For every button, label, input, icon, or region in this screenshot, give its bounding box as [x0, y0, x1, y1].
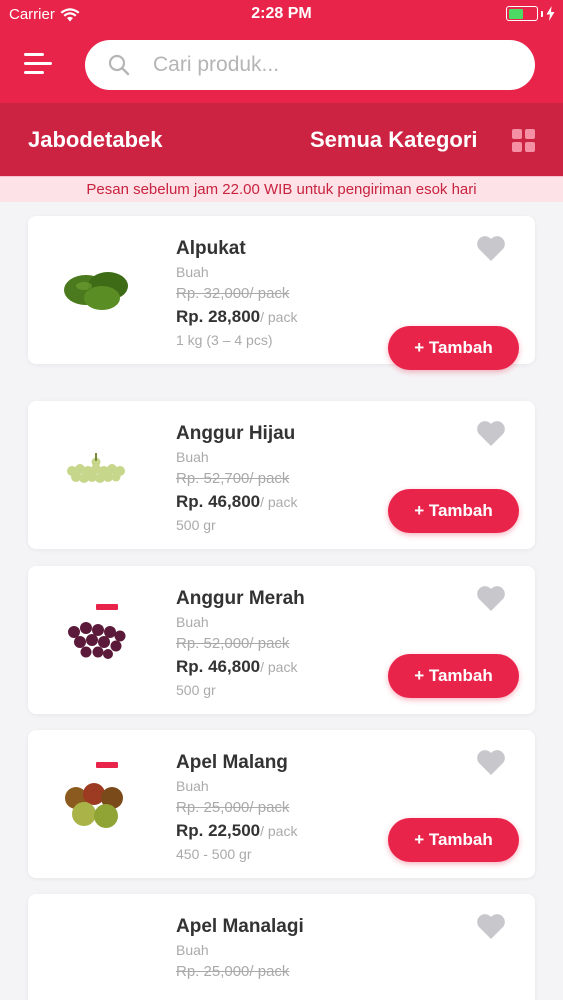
add-button[interactable]: + Tambah	[388, 489, 519, 533]
product-image-red-grapes	[68, 604, 126, 659]
product-name: Alpukat	[176, 238, 246, 259]
price-unit: / pack	[260, 823, 298, 839]
product-category: Buah	[176, 449, 209, 465]
battery-icon	[506, 6, 538, 21]
add-button[interactable]: + Tambah	[388, 326, 519, 370]
search-input[interactable]	[153, 53, 513, 77]
battery	[506, 6, 555, 21]
search-bar[interactable]	[85, 40, 535, 90]
product-image-apples	[65, 762, 123, 828]
product-size: 500 gr	[176, 682, 216, 698]
product-size: 500 gr	[176, 517, 216, 533]
add-button[interactable]: + Tambah	[388, 818, 519, 862]
product-category: Buah	[176, 942, 209, 958]
product-category: Buah	[176, 614, 209, 630]
product-card[interactable]: Anggur Hijau Buah Rp. 52,700/ pack Rp. 4…	[28, 401, 535, 549]
category-selector[interactable]: Semua Kategori	[310, 127, 478, 153]
product-old-price: Rp. 25,000/ pack	[176, 963, 290, 980]
product-old-price: Rp. 32,000/ pack	[176, 285, 290, 302]
price-value: Rp. 46,800	[176, 657, 261, 676]
region-selector[interactable]: Jabodetabek	[28, 127, 163, 153]
product-price: Rp. 22,500/ pack	[176, 821, 297, 841]
product-name: Anggur Hijau	[176, 423, 296, 444]
heart-icon[interactable]	[476, 420, 506, 447]
product-image-green-grapes	[67, 453, 125, 483]
product-price: Rp. 46,800/ pack	[176, 657, 297, 677]
menu-icon[interactable]	[24, 53, 52, 77]
product-old-price: Rp. 52,700/ pack	[176, 470, 290, 487]
heart-icon[interactable]	[476, 235, 506, 262]
heart-icon[interactable]	[476, 749, 506, 776]
price-unit: / pack	[260, 659, 298, 675]
price-value: Rp. 46,800	[176, 492, 261, 511]
heart-icon[interactable]	[476, 585, 506, 612]
price-unit: / pack	[260, 309, 298, 325]
heart-icon[interactable]	[476, 913, 506, 940]
product-name: Anggur Merah	[176, 588, 305, 609]
product-name: Apel Malang	[176, 752, 288, 773]
product-old-price: Rp. 25,000/ pack	[176, 799, 290, 816]
status-time: 2:28 PM	[251, 5, 312, 22]
product-card[interactable]: Anggur Merah Buah Rp. 52,000/ pack Rp. 4…	[28, 566, 535, 714]
product-category: Buah	[176, 778, 209, 794]
product-card[interactable]: Apel Manalagi Buah Rp. 25,000/ pack	[28, 894, 535, 1000]
product-size: 1 kg (3 – 4 pcs)	[176, 332, 273, 348]
price-unit: / pack	[260, 494, 298, 510]
header: Carrier 2:28 PM	[0, 0, 563, 103]
price-value: Rp. 28,800	[176, 307, 261, 326]
status-bar: Carrier 2:28 PM	[0, 0, 563, 30]
product-card[interactable]: Alpukat Buah Rp. 32,000/ pack Rp. 28,800…	[28, 216, 535, 370]
product-image-avocado	[64, 272, 128, 310]
product-old-price: Rp. 52,000/ pack	[176, 635, 290, 652]
add-button[interactable]: + Tambah	[388, 654, 519, 698]
charging-icon	[546, 6, 555, 21]
product-price: Rp. 28,800/ pack	[176, 307, 297, 327]
grid-icon[interactable]	[512, 129, 535, 152]
product-size: 450 - 500 gr	[176, 846, 252, 862]
product-name: Apel Manalagi	[176, 916, 304, 937]
filter-bar: Jabodetabek Semua Kategori	[0, 103, 563, 176]
product-card[interactable]: Apel Malang Buah Rp. 25,000/ pack Rp. 22…	[28, 730, 535, 878]
search-icon	[108, 54, 130, 76]
delivery-notice: Pesan sebelum jam 22.00 WIB untuk pengir…	[0, 176, 563, 202]
product-category: Buah	[176, 264, 209, 280]
price-value: Rp. 22,500	[176, 821, 261, 840]
product-price: Rp. 46,800/ pack	[176, 492, 297, 512]
